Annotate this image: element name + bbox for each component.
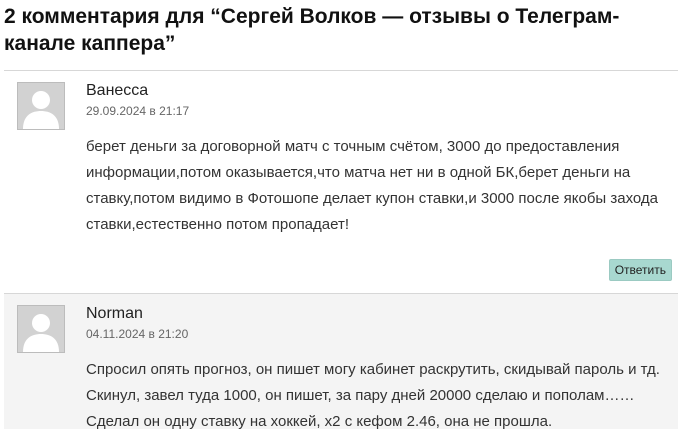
comment-date[interactable]: 04.11.2024 в 21:20: [86, 327, 188, 341]
comments-section: 2 комментария для “Сергей Волков — отзыв…: [0, 0, 678, 429]
comments-heading: 2 комментария для “Сергей Волков — отзыв…: [4, 5, 620, 55]
comment-text: берет деньги за договорной матч с точным…: [86, 138, 659, 233]
comment-text: Спросил опять прогноз, он пишет могу каб…: [86, 361, 660, 429]
comment-item: Norman 04.11.2024 в 21:20 Спросил опять …: [4, 293, 678, 429]
comment-item: Ванесса 29.09.2024 в 21:17 берет деньги …: [4, 70, 678, 293]
comment-author[interactable]: Ванесса: [86, 82, 148, 100]
default-avatar-icon: [17, 305, 65, 353]
default-avatar-icon: [17, 82, 65, 130]
reply-button[interactable]: Ответить: [608, 259, 672, 281]
comment-date[interactable]: 29.09.2024 в 21:17: [86, 104, 189, 118]
comment-author[interactable]: Norman: [86, 305, 143, 323]
